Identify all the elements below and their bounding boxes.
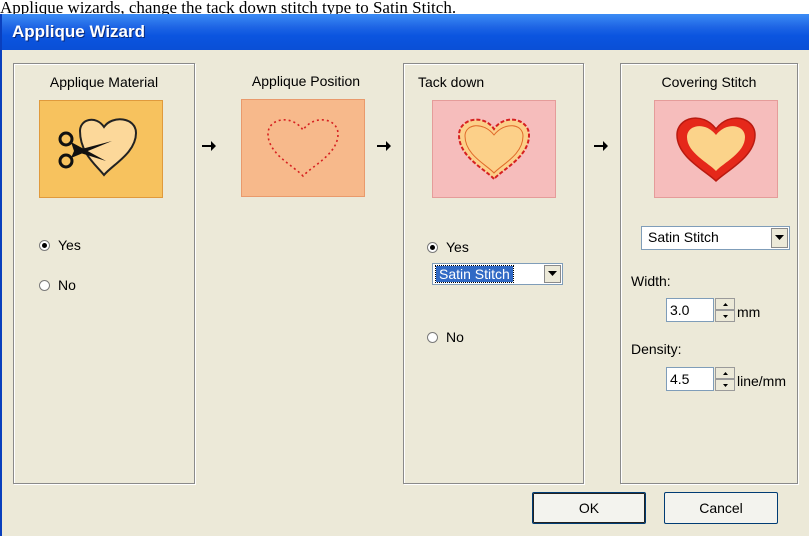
spin-up-button[interactable]	[715, 298, 735, 310]
radio-unchecked-icon	[427, 331, 438, 343]
width-label: Width:	[631, 273, 671, 289]
tackdown-yes-label: Yes	[446, 239, 469, 255]
arrow-right-icon	[594, 141, 608, 151]
covering-stitch-select[interactable]: Satin Stitch	[641, 226, 790, 250]
width-unit: mm	[737, 304, 761, 320]
chevron-down-icon	[775, 235, 784, 240]
spin-down-button[interactable]	[715, 379, 735, 391]
tackdown-yes-radio[interactable]: Yes	[427, 239, 469, 255]
tackdown-no-radio[interactable]: No	[427, 329, 464, 345]
satin-heart-icon	[654, 100, 778, 198]
ok-button[interactable]: OK	[532, 492, 646, 524]
tack-down-title: Tack down	[418, 74, 485, 90]
applique-material-title: Applique Material	[49, 74, 159, 90]
dotted-heart-icon	[241, 99, 365, 197]
covering-stitch-title: Covering Stitch	[661, 74, 757, 90]
width-input[interactable]: 3.0	[666, 298, 714, 322]
spin-up-button[interactable]	[715, 367, 735, 379]
tackdown-no-label: No	[446, 329, 464, 345]
applique-position-title: Applique Position	[251, 73, 361, 89]
spin-down-button[interactable]	[715, 310, 735, 322]
dropdown-arrow-button[interactable]	[544, 265, 561, 283]
covering-stitch-panel: Covering Stitch Satin Stitch Width: 3.0 …	[620, 63, 798, 484]
chevron-down-icon	[548, 271, 557, 276]
covering-stitch-value: Satin Stitch	[648, 229, 719, 245]
tackdown-stitch-select[interactable]: Satin Stitch	[432, 263, 563, 285]
tack-down-panel: Tack down Yes Satin Stitch No	[403, 63, 584, 484]
density-input[interactable]: 4.5	[666, 367, 714, 391]
radio-unchecked-icon	[39, 279, 50, 291]
arrow-up-icon	[722, 302, 728, 306]
title-bar[interactable]: Applique Wizard	[2, 14, 809, 50]
arrow-right-icon	[202, 141, 216, 151]
window-title: Applique Wizard	[12, 22, 146, 41]
radio-checked-icon	[39, 239, 50, 251]
material-no-radio[interactable]: No	[39, 277, 76, 293]
radio-checked-icon	[427, 241, 438, 253]
arrow-right-icon	[377, 141, 391, 151]
applique-position-panel: Applique Position	[221, 63, 391, 484]
density-unit: line/mm	[737, 373, 787, 389]
density-spinner[interactable]	[715, 367, 735, 391]
material-yes-radio[interactable]: Yes	[39, 237, 81, 253]
arrow-up-icon	[722, 371, 728, 375]
tackdown-stitch-value: Satin Stitch	[435, 265, 514, 283]
cancel-button[interactable]: Cancel	[664, 492, 778, 524]
material-yes-label: Yes	[58, 237, 81, 253]
arrow-down-icon	[722, 314, 728, 318]
arrow-down-icon	[722, 383, 728, 387]
width-spinner[interactable]	[715, 298, 735, 322]
scissors-heart-icon	[39, 100, 163, 198]
applique-material-panel: Applique Material Yes No	[13, 63, 195, 484]
instruction-caption: Applique wizards, change the tack down s…	[0, 0, 457, 14]
density-label: Density:	[631, 341, 682, 357]
dropdown-arrow-button[interactable]	[771, 228, 788, 248]
applique-wizard-dialog: Applique Wizard Applique Material Yes No…	[0, 14, 809, 536]
material-no-label: No	[58, 277, 76, 293]
zigzag-heart-icon	[432, 100, 556, 198]
